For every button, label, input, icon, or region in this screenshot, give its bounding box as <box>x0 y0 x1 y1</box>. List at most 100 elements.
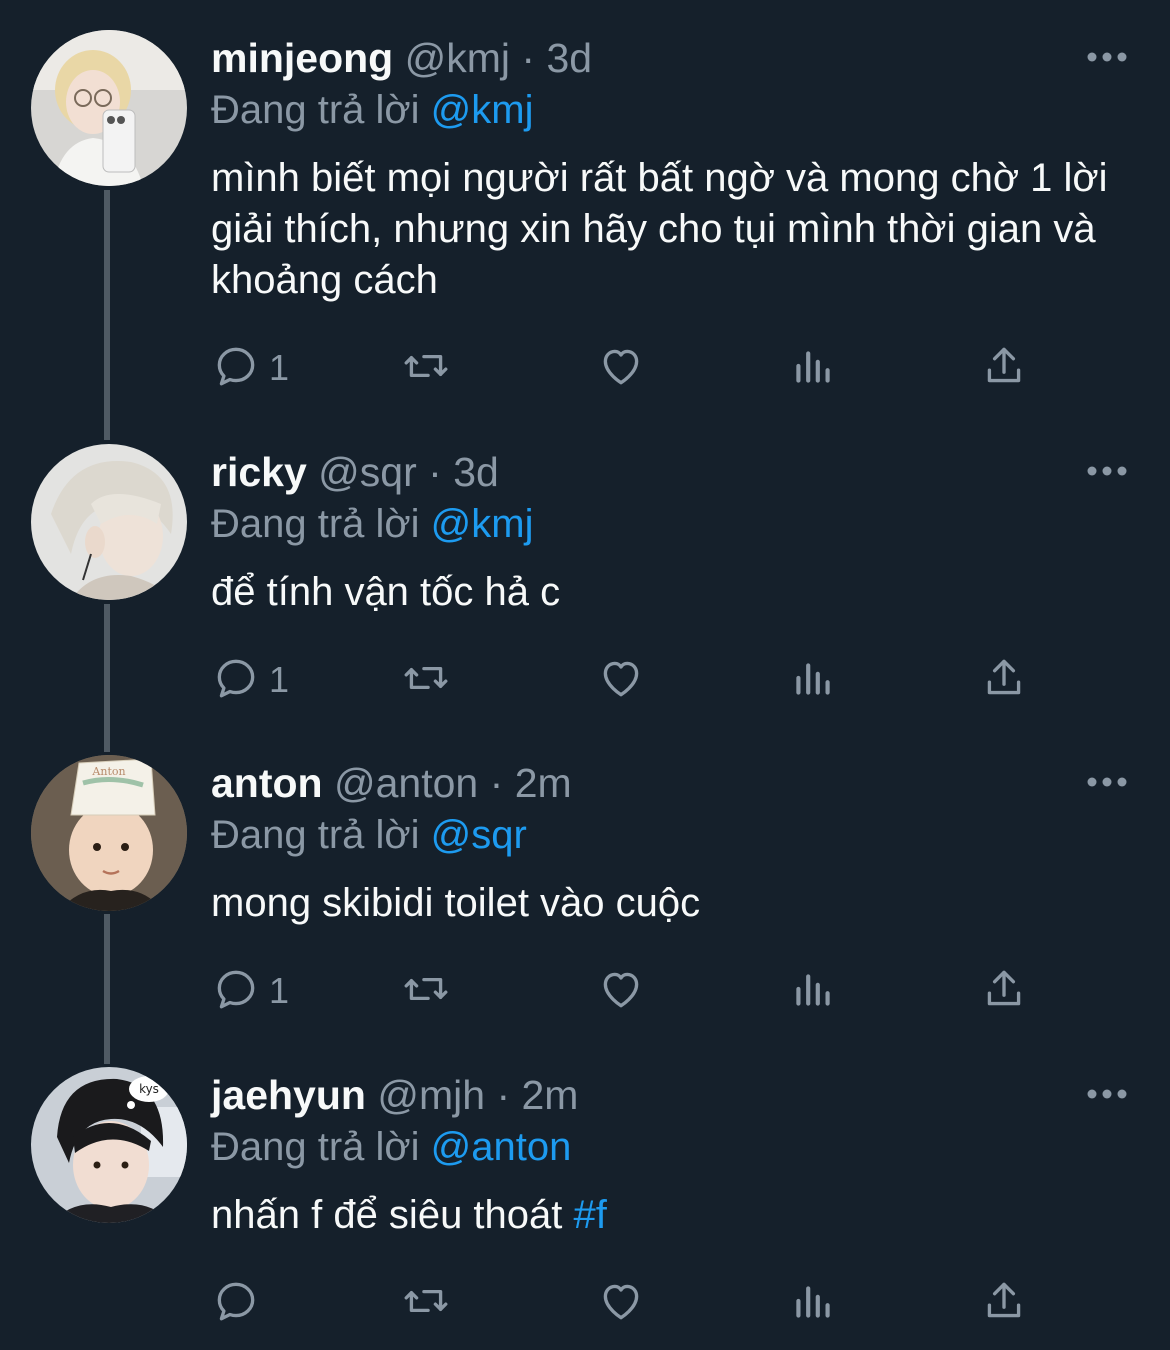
like-button[interactable] <box>596 1275 646 1331</box>
retweet-button[interactable] <box>401 340 451 396</box>
retweet-icon <box>401 1276 451 1331</box>
hashtag-link[interactable]: #f <box>574 1193 607 1237</box>
share-button[interactable] <box>979 652 1029 708</box>
action-bar <box>211 1275 1071 1331</box>
user-handle[interactable]: @kmj <box>405 35 510 81</box>
like-button[interactable] <box>596 340 646 396</box>
tweet-header: anton @anton · 2m <box>211 755 572 811</box>
retweet-button[interactable] <box>401 1275 451 1331</box>
timestamp[interactable]: 3d <box>453 449 499 495</box>
replying-to: Đang trả lời @anton <box>211 1119 571 1175</box>
like-button[interactable] <box>596 652 646 708</box>
user-handle[interactable]: @sqr <box>318 449 417 495</box>
share-icon <box>979 341 1029 396</box>
like-icon <box>596 964 646 1019</box>
tweet[interactable]: minjeong @kmj · 3d Đang trả lời @kmj mìn… <box>0 30 1170 430</box>
mention-link[interactable]: @sqr <box>431 813 527 857</box>
share-icon <box>979 964 1029 1019</box>
display-name[interactable]: jaehyun <box>211 1072 366 1118</box>
replying-to-label: Đang trả lời <box>211 1125 420 1169</box>
views-icon <box>788 653 838 708</box>
avatar[interactable]: kys <box>31 1067 187 1223</box>
tweet-text: để tính vận tốc hả c <box>211 567 1141 618</box>
tweet[interactable]: kys jaehyun @mjh · 2m Đang trả lời @anto… <box>0 1067 1170 1350</box>
avatar[interactable] <box>31 444 187 600</box>
like-icon <box>596 653 646 708</box>
tweet-text-content: mong skibidi toilet vào cuộc <box>211 881 701 925</box>
mention-link[interactable]: @kmj <box>431 502 534 546</box>
share-button[interactable] <box>979 963 1029 1019</box>
action-bar: 1 <box>211 652 1071 708</box>
tweet[interactable]: ricky @sqr · 3d Đang trả lời @kmj để tín… <box>0 444 1170 744</box>
reply-icon <box>211 964 261 1019</box>
reply-button[interactable]: 1 <box>211 340 289 396</box>
tweet-text-content: nhấn f để siêu thoát <box>211 1193 574 1237</box>
reply-button[interactable] <box>211 1275 269 1331</box>
display-name[interactable]: minjeong <box>211 35 393 81</box>
reply-icon <box>211 653 261 708</box>
mention-link[interactable]: @anton <box>431 1125 572 1169</box>
views-button[interactable] <box>788 963 838 1019</box>
tweet-text: mong skibidi toilet vào cuộc <box>211 878 1141 929</box>
reply-icon <box>211 1276 261 1331</box>
more-icon[interactable] <box>1086 1079 1128 1109</box>
share-icon <box>979 1276 1029 1331</box>
timestamp[interactable]: 3d <box>546 35 592 81</box>
user-handle[interactable]: @anton <box>334 760 478 806</box>
retweet-button[interactable] <box>401 652 451 708</box>
replying-to: Đang trả lời @kmj <box>211 496 533 552</box>
more-icon[interactable] <box>1086 42 1128 72</box>
reply-button[interactable]: 1 <box>211 652 289 708</box>
reply-thread: minjeong @kmj · 3d Đang trả lời @kmj mìn… <box>0 0 1170 1350</box>
replying-to-label: Đang trả lời <box>211 813 420 857</box>
user-handle[interactable]: @mjh <box>377 1072 485 1118</box>
views-button[interactable] <box>788 340 838 396</box>
tweet-header: minjeong @kmj · 3d <box>211 30 592 86</box>
bubble-label: kys <box>139 1082 159 1096</box>
views-button[interactable] <box>788 652 838 708</box>
share-button[interactable] <box>979 340 1029 396</box>
more-icon[interactable] <box>1086 456 1128 486</box>
like-button[interactable] <box>596 963 646 1019</box>
views-icon <box>788 964 838 1019</box>
separator-dot: · <box>496 1072 511 1118</box>
reply-button[interactable]: 1 <box>211 963 289 1019</box>
timestamp[interactable]: 2m <box>515 760 572 806</box>
timestamp[interactable]: 2m <box>522 1072 579 1118</box>
views-icon <box>788 341 838 396</box>
retweet-button[interactable] <box>401 963 451 1019</box>
like-icon <box>596 341 646 396</box>
replying-to-label: Đang trả lời <box>211 502 420 546</box>
views-icon <box>788 1276 838 1331</box>
display-name[interactable]: anton <box>211 760 323 806</box>
separator-dot: · <box>428 449 442 495</box>
mention-link[interactable]: @kmj <box>431 88 534 132</box>
avatar[interactable] <box>31 30 187 186</box>
retweet-icon <box>401 653 451 708</box>
replying-to: Đang trả lời @sqr <box>211 807 527 863</box>
avatar[interactable]: Anton <box>31 755 187 911</box>
reply-icon <box>211 341 261 396</box>
replying-to-label: Đang trả lời <box>211 88 420 132</box>
like-icon <box>596 1276 646 1331</box>
views-button[interactable] <box>788 1275 838 1331</box>
hat-label: Anton <box>91 765 125 778</box>
tweet-text-content: mình biết mọi người rất bất ngờ và mong … <box>211 156 1108 302</box>
display-name[interactable]: ricky <box>211 449 307 495</box>
replying-to: Đang trả lời @kmj <box>211 82 533 138</box>
separator-dot: · <box>521 35 536 81</box>
tweet-text: mình biết mọi người rất bất ngờ và mong … <box>211 153 1141 306</box>
more-icon[interactable] <box>1086 767 1128 797</box>
share-button[interactable] <box>979 1275 1029 1331</box>
separator-dot: · <box>489 760 504 806</box>
action-bar: 1 <box>211 963 1071 1019</box>
tweet-header: jaehyun @mjh · 2m <box>211 1067 578 1123</box>
retweet-icon <box>401 964 451 1019</box>
reply-count: 1 <box>269 347 290 388</box>
reply-count: 1 <box>269 659 290 700</box>
tweet-text: nhấn f để siêu thoát #f <box>211 1190 1141 1241</box>
tweet[interactable]: Anton anton @anton · 2m Đang trả lời @sq… <box>0 755 1170 1055</box>
share-icon <box>979 653 1029 708</box>
reply-count: 1 <box>269 970 290 1011</box>
tweet-text-content: để tính vận tốc hả c <box>211 570 561 614</box>
